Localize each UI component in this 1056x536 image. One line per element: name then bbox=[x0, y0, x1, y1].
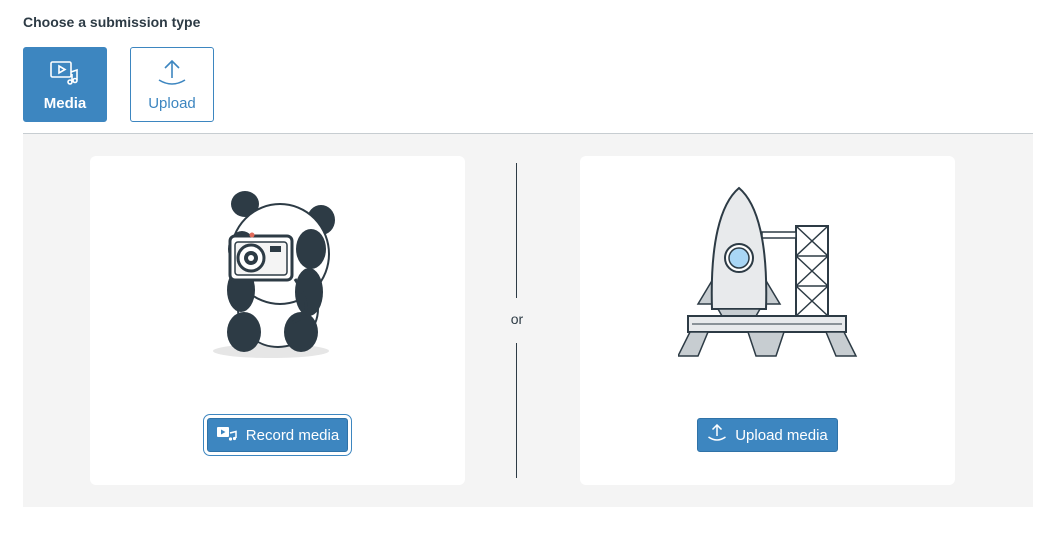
upload-icon bbox=[156, 58, 188, 88]
or-separator: or bbox=[510, 311, 524, 327]
panda-camera-illustration bbox=[213, 191, 335, 358]
record-media-button[interactable]: Record media bbox=[203, 414, 352, 456]
media-icon bbox=[49, 58, 81, 88]
rocket-illustration bbox=[678, 186, 858, 357]
media-options-panel: Record media or Upload media bbox=[23, 134, 1033, 507]
upload-media-button[interactable]: Upload media bbox=[697, 418, 838, 452]
upload-media-label: Upload media bbox=[735, 426, 828, 444]
record-media-card: Record media bbox=[90, 156, 465, 485]
upload-icon bbox=[707, 423, 727, 446]
or-divider-top bbox=[516, 163, 517, 298]
media-type-button[interactable]: Media bbox=[23, 47, 107, 122]
upload-type-button[interactable]: Upload bbox=[130, 47, 214, 122]
submission-type-heading: Choose a submission type bbox=[23, 14, 201, 30]
or-divider-bottom bbox=[516, 343, 517, 478]
record-media-label: Record media bbox=[245, 426, 340, 444]
record-media-icon bbox=[216, 425, 238, 445]
media-type-label: Media bbox=[43, 95, 87, 112]
upload-media-card: Upload media bbox=[580, 156, 955, 485]
upload-type-label: Upload bbox=[148, 95, 196, 112]
